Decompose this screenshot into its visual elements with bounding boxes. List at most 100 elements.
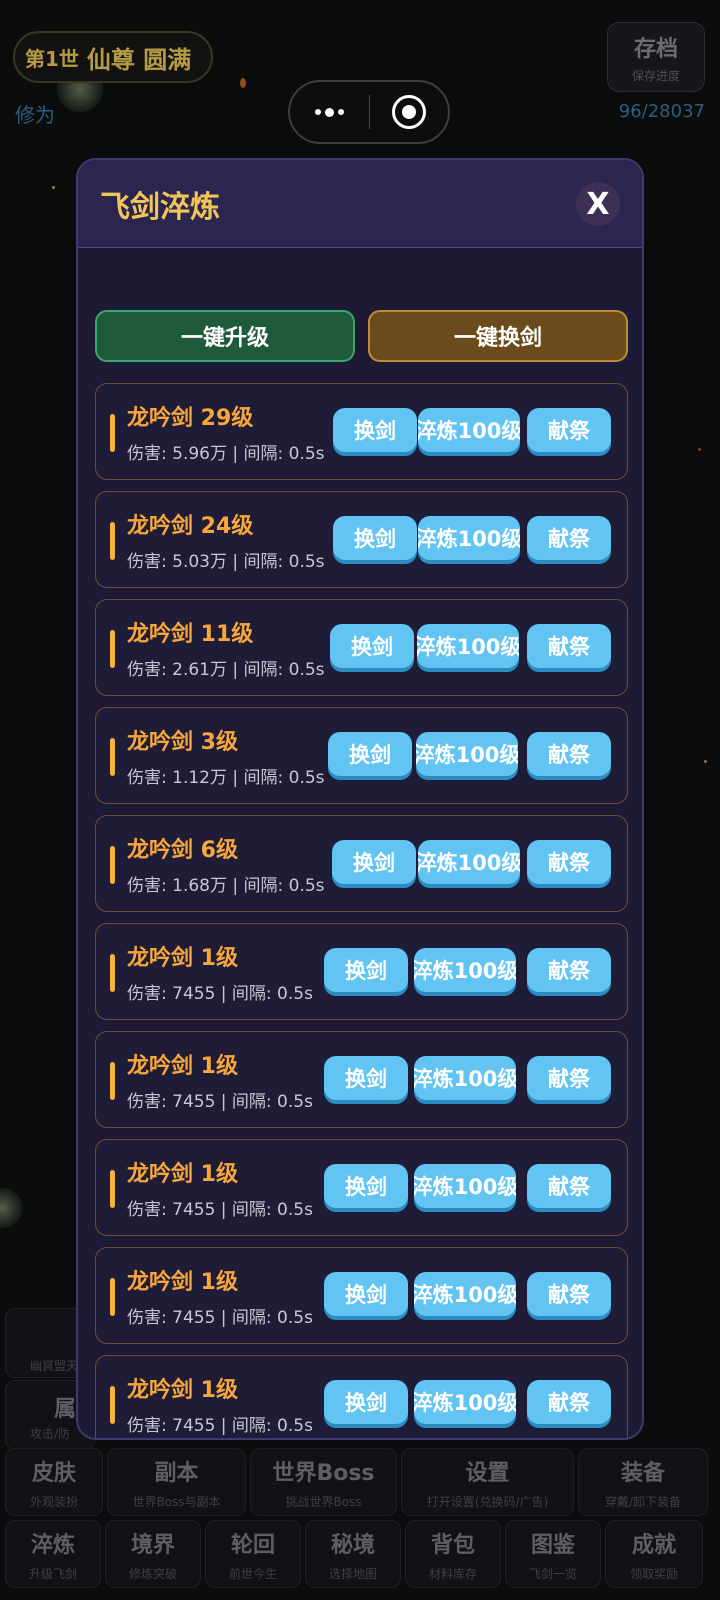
sword-stats: 伤害: 7455 | 间隔: 0.5s — [127, 1308, 313, 1328]
refine-100-button[interactable]: 淬炼100级 — [414, 1380, 516, 1424]
sword-stats: 伤害: 1.12万 | 间隔: 0.5s — [127, 768, 325, 788]
refine-100-button[interactable]: 淬炼100级 — [418, 516, 520, 560]
sacrifice-button[interactable]: 献祭 — [527, 732, 611, 776]
refine-100-button[interactable]: 淬炼100级 — [418, 840, 520, 884]
nav-refine-sub: 升级飞剑 — [28, 1566, 77, 1581]
nav-secret-realm-sub: 选择地图 — [328, 1566, 377, 1581]
sword-name: 龙吟剑 1级 — [127, 1162, 238, 1187]
swap-sword-button[interactable]: 换剑 — [333, 408, 417, 452]
nav-world-boss-title: 世界Boss — [272, 1460, 375, 1486]
nav-backpack-sub: 材料库存 — [428, 1566, 477, 1581]
sacrifice-button[interactable]: 献祭 — [527, 840, 611, 884]
sword-name: 龙吟剑 1级 — [127, 946, 238, 971]
swap-all-button[interactable]: 一键换剑 — [368, 310, 628, 362]
nav-codex[interactable]: 图鉴 飞剑一览 — [505, 1520, 601, 1588]
nav-codex-title: 图鉴 — [530, 1532, 575, 1558]
swap-sword-button[interactable]: 换剑 — [324, 1164, 408, 1208]
sword-row: 龙吟剑 1级 伤害: 7455 | 间隔: 0.5s 换剑 淬炼100级 献祭 — [95, 1139, 628, 1236]
nav-world-boss[interactable]: 世界Boss 挑战世界Boss — [250, 1448, 397, 1516]
swap-sword-button[interactable]: 换剑 — [324, 1380, 408, 1424]
sword-row: 龙吟剑 24级 伤害: 5.03万 | 间隔: 0.5s 换剑 淬炼100级 献… — [95, 491, 628, 588]
nav-skin[interactable]: 皮肤 外观装扮 — [5, 1448, 103, 1516]
sword-accent-bar — [110, 738, 115, 776]
more-dots-icon — [314, 107, 344, 117]
refine-100-button[interactable]: 淬炼100级 — [414, 948, 516, 992]
sword-accent-bar — [110, 1278, 115, 1316]
close-button[interactable]: X — [576, 182, 620, 226]
refine-100-button[interactable]: 淬炼100级 — [417, 624, 519, 668]
nav-reincarnation[interactable]: 轮回 前世今生 — [205, 1520, 301, 1588]
swap-sword-button[interactable]: 换剑 — [333, 516, 417, 560]
save-button[interactable]: 存档 保存进度 — [607, 22, 705, 92]
nav-realm-sub: 修炼突破 — [128, 1566, 177, 1581]
sword-row: 龙吟剑 1级 伤害: 7455 | 间隔: 0.5s 换剑 淬炼100级 献祭 — [95, 923, 628, 1020]
nav-codex-sub: 飞剑一览 — [528, 1566, 577, 1581]
bottom-nav-row-1: 皮肤 外观装扮 副本 世界Boss与副本 世界Boss 挑战世界Boss 设置 … — [5, 1448, 708, 1516]
sword-row: 龙吟剑 1级 伤害: 7455 | 间隔: 0.5s 换剑 淬炼100级 献祭 — [95, 1355, 628, 1438]
sword-name: 龙吟剑 1级 — [127, 1378, 238, 1403]
nav-dungeon[interactable]: 副本 世界Boss与副本 — [107, 1448, 246, 1516]
sword-accent-bar — [110, 1170, 115, 1208]
swap-sword-button[interactable]: 换剑 — [332, 840, 416, 884]
refine-100-button[interactable]: 淬炼100级 — [418, 408, 520, 452]
sword-accent-bar — [110, 954, 115, 992]
refine-100-button[interactable]: 淬炼100级 — [416, 732, 518, 776]
refine-100-button[interactable]: 淬炼100级 — [414, 1164, 516, 1208]
nav-skin-title: 皮肤 — [31, 1460, 76, 1486]
sword-row: 龙吟剑 11级 伤害: 2.61万 | 间隔: 0.5s 换剑 淬炼100级 献… — [95, 599, 628, 696]
nav-equipment[interactable]: 装备 穿戴/卸下装备 — [578, 1448, 708, 1516]
nav-realm[interactable]: 境界 修炼突破 — [105, 1520, 201, 1588]
background-star — [704, 760, 707, 763]
nav-backpack[interactable]: 背包 材料库存 — [405, 1520, 501, 1588]
background-glow-orb — [0, 1188, 22, 1228]
save-button-sub: 保存进度 — [631, 68, 680, 83]
sacrifice-button[interactable]: 献祭 — [527, 1272, 611, 1316]
background-star — [52, 186, 55, 189]
sword-name: 龙吟剑 1级 — [127, 1054, 238, 1079]
swap-sword-button[interactable]: 换剑 — [324, 948, 408, 992]
sword-stats: 伤害: 7455 | 间隔: 0.5s — [127, 1092, 313, 1112]
sacrifice-button[interactable]: 献祭 — [527, 1380, 611, 1424]
attribute-nav-sub: 攻击/防 — [30, 1427, 71, 1441]
sword-stats: 伤害: 7455 | 间隔: 0.5s — [127, 1200, 313, 1220]
nav-achievements[interactable]: 成就 领取奖励 — [605, 1520, 703, 1588]
refine-100-button[interactable]: 淬炼100级 — [414, 1056, 516, 1100]
sacrifice-button[interactable]: 献祭 — [527, 948, 611, 992]
nav-refine-title: 淬炼 — [30, 1532, 75, 1558]
sword-accent-bar — [110, 1386, 115, 1424]
swap-sword-button[interactable]: 换剑 — [328, 732, 412, 776]
sword-refine-modal: 飞剑淬炼 X 一键升级 一键换剑 龙吟剑 29级 伤害: 5.96万 | 间隔:… — [76, 158, 644, 1440]
nav-settings-sub: 打开设置(兑换码/广告) — [426, 1494, 549, 1509]
nav-refine[interactable]: 淬炼 升级飞剑 — [5, 1520, 101, 1588]
refine-100-button[interactable]: 淬炼100级 — [414, 1272, 516, 1316]
swap-sword-button[interactable]: 换剑 — [324, 1272, 408, 1316]
sword-name: 龙吟剑 11级 — [127, 622, 254, 647]
sacrifice-button[interactable]: 献祭 — [527, 1056, 611, 1100]
sacrifice-button[interactable]: 献祭 — [527, 624, 611, 668]
nav-secret-realm-title: 秘境 — [330, 1532, 375, 1558]
nav-equipment-sub: 穿戴/卸下装备 — [604, 1494, 682, 1509]
realm-badge: 第1世 仙尊 圆满 — [13, 31, 213, 83]
swap-sword-button[interactable]: 换剑 — [330, 624, 414, 668]
exit-miniprogram-button[interactable] — [370, 82, 449, 142]
bottom-nav-row-2: 淬炼 升级飞剑 境界 修炼突破 轮回 前世今生 秘境 选择地图 背包 材料库存 … — [5, 1520, 703, 1588]
sacrifice-button[interactable]: 献祭 — [527, 408, 611, 452]
nav-secret-realm[interactable]: 秘境 选择地图 — [305, 1520, 401, 1588]
swap-sword-button[interactable]: 换剑 — [324, 1056, 408, 1100]
more-menu-button[interactable] — [290, 82, 369, 142]
sacrifice-button[interactable]: 献祭 — [527, 516, 611, 560]
cultivation-value: 96/28037 — [618, 101, 705, 122]
background-star — [240, 78, 246, 88]
nav-reincarnation-sub: 前世今生 — [228, 1566, 277, 1581]
sword-stats: 伤害: 2.61万 | 间隔: 0.5s — [127, 660, 325, 680]
rank-label: 仙尊 圆满 — [86, 45, 192, 74]
sword-name: 龙吟剑 29级 — [127, 406, 254, 431]
nav-settings[interactable]: 设置 打开设置(兑换码/广告) — [401, 1448, 574, 1516]
sacrifice-button[interactable]: 献祭 — [527, 1164, 611, 1208]
upgrade-all-button[interactable]: 一键升级 — [95, 310, 355, 362]
sword-accent-bar — [110, 846, 115, 884]
sword-row: 龙吟剑 3级 伤害: 1.12万 | 间隔: 0.5s 换剑 淬炼100级 献祭 — [95, 707, 628, 804]
nav-equipment-title: 装备 — [620, 1460, 665, 1486]
nav-backpack-title: 背包 — [430, 1532, 475, 1558]
sword-list: 龙吟剑 29级 伤害: 5.96万 | 间隔: 0.5s 换剑 淬炼100级 献… — [95, 383, 628, 1438]
